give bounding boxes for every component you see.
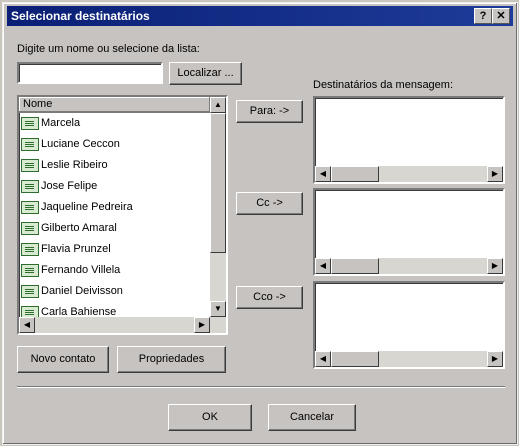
arrow-left-icon[interactable]: ◀ [19,317,35,333]
contact-card-icon [21,158,39,172]
bcc-recipients-box[interactable]: ◀ ▶ [313,281,505,369]
scroll-thumb[interactable] [331,351,379,367]
bcc-horizontal-scrollbar[interactable]: ◀ ▶ [315,351,503,367]
arrow-left-icon[interactable]: ◀ [315,351,331,367]
list-item[interactable]: Daniel Deivisson [21,281,123,301]
contact-card-icon [21,200,39,214]
to-horizontal-scrollbar[interactable]: ◀ ▶ [315,166,503,182]
recipients-label: Destinatários da mensagem: [313,79,454,91]
new-contact-button[interactable]: Novo contato [17,346,109,373]
scroll-thumb[interactable] [331,166,379,182]
list-item[interactable]: Fernando Villela [21,260,120,280]
list-item[interactable]: Gilberto Amaral [21,218,117,238]
list-item[interactable]: Leslie Ribeiro [21,155,108,175]
contact-card-icon [21,242,39,256]
arrow-up-icon[interactable]: ▲ [210,97,226,113]
scroll-thumb[interactable] [331,258,379,274]
cc-recipients-box[interactable]: ◀ ▶ [313,188,505,276]
arrow-right-icon[interactable]: ▶ [487,351,503,367]
list-horizontal-scrollbar[interactable]: ◀ ▶ [19,317,226,333]
window-title: Selecionar destinatários [11,9,150,23]
column-header-name[interactable]: Nome [19,97,210,113]
list-vertical-scrollbar[interactable]: ▲ ▼ [210,97,226,317]
contact-card-icon [21,284,39,298]
contact-card-icon [21,179,39,193]
list-item[interactable]: Flavia Prunzel [21,239,111,259]
find-button[interactable]: Localizar ... [169,62,242,85]
contact-card-icon [21,137,39,151]
scroll-thumb[interactable] [210,113,226,253]
search-prompt-label: Digite um nome ou selecione da lista: [17,43,200,55]
arrow-right-icon[interactable]: ▶ [487,258,503,274]
arrow-right-icon[interactable]: ▶ [487,166,503,182]
contact-card-icon [21,116,39,130]
list-item[interactable]: Jose Felipe [21,176,97,196]
separator [17,386,505,388]
properties-button[interactable]: Propriedades [117,346,226,373]
list-item[interactable]: Luciane Ceccon [21,134,120,154]
contact-card-icon [21,263,39,277]
cc-horizontal-scrollbar[interactable]: ◀ ▶ [315,258,503,274]
to-recipients-box[interactable]: ◀ ▶ [313,96,505,184]
select-recipients-dialog: Selecionar destinatários ? ✕ Digite um n… [2,2,518,445]
contact-card-icon [21,221,39,235]
name-search-input[interactable] [17,62,163,84]
bcc-button[interactable]: Cco -> [236,286,303,309]
cancel-button[interactable]: Cancelar [268,404,356,431]
arrow-down-icon[interactable]: ▼ [210,301,226,317]
find-button-label: Localizar ... [177,67,234,79]
title-bar: Selecionar destinatários ? ✕ [7,6,513,26]
close-button[interactable]: ✕ [492,8,510,24]
contact-list[interactable]: Nome Marcela Luciane Ceccon Leslie Ribei… [17,95,228,335]
list-item[interactable]: Marcela [21,113,80,133]
arrow-left-icon[interactable]: ◀ [315,166,331,182]
help-button[interactable]: ? [474,8,492,24]
ok-button[interactable]: OK [168,404,252,431]
list-item[interactable]: Jaqueline Pedreira [21,197,133,217]
column-header-label: Nome [23,98,53,110]
cc-button[interactable]: Cc -> [236,192,303,215]
arrow-right-icon[interactable]: ▶ [194,317,210,333]
to-button[interactable]: Para: -> [236,100,303,123]
arrow-left-icon[interactable]: ◀ [315,258,331,274]
